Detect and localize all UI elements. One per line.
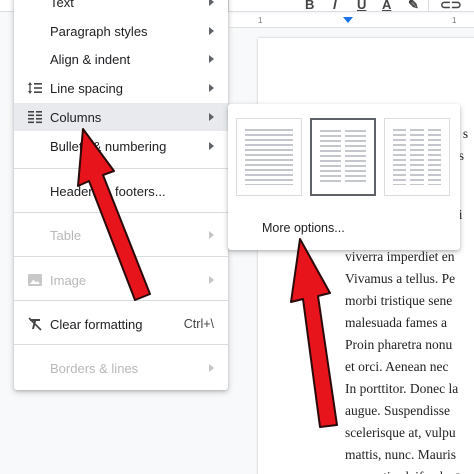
preset-column: [393, 129, 407, 185]
preset-column: [427, 129, 441, 185]
menu-item-label: Bullets & numbering: [50, 138, 167, 154]
menu-item-label: Columns: [50, 109, 102, 125]
clear-formatting-icon: [26, 315, 44, 333]
image-icon: [26, 271, 44, 289]
submenu-arrow-icon: [209, 142, 214, 150]
ruler-mark: 1: [258, 16, 263, 25]
submenu-arrow-icon: [209, 0, 214, 6]
format-menu: Text Paragraph styles Align & indent Lin…: [14, 0, 228, 390]
submenu-arrow-icon: [209, 55, 214, 63]
menu-item-label: Table: [50, 227, 82, 243]
columns-submenu: More options...: [228, 104, 460, 250]
menu-divider: [14, 256, 228, 257]
toolbar-separator: [228, 0, 229, 11]
submenu-arrow-icon: [209, 84, 214, 92]
menu-divider: [14, 168, 228, 169]
doc-line: In porttitor. Donec la: [345, 381, 459, 396]
ruler-mark: 1: [452, 16, 457, 25]
menu-item-label: Image: [50, 272, 87, 288]
text-color-button[interactable]: A: [382, 0, 391, 12]
menu-item-shortcut: Ctrl+\: [183, 317, 214, 331]
doc-line: mattis, nunc. Mauris: [345, 447, 456, 462]
preset-column: [410, 129, 424, 185]
menu-item-table: Table: [14, 221, 228, 249]
link-icon[interactable]: ⊂⊃: [440, 0, 462, 13]
doc-line: et orci. Aenean nec: [345, 359, 449, 374]
menu-item-headers-footers[interactable]: Headers & footers...: [14, 177, 228, 205]
toolbar-separator: [428, 0, 429, 11]
menu-item-label: Line spacing: [50, 80, 123, 96]
preset-column: [245, 129, 293, 185]
ruler[interactable]: 1 1: [230, 14, 474, 28]
menu-item-label: Clear formatting: [50, 316, 143, 332]
two-column-preset[interactable]: [310, 118, 376, 196]
menu-divider: [14, 300, 228, 301]
menu-item-clear-formatting[interactable]: Clear formatting Ctrl+\: [14, 310, 228, 338]
three-column-preset[interactable]: [384, 118, 450, 196]
doc-line: augue. Suspendisse: [345, 403, 450, 418]
italic-button[interactable]: I: [333, 0, 337, 12]
more-options-button[interactable]: More options...: [262, 221, 345, 235]
menu-item-label: Borders & lines: [50, 360, 139, 376]
submenu-arrow-icon: [209, 113, 214, 121]
columns-icon: [26, 108, 44, 126]
document-body[interactable]: viverra imperdiet en Vivamus a tellus. P…: [345, 246, 474, 474]
doc-line: Proin pharetra nonu: [345, 337, 453, 352]
doc-line: Vivamus a tellus. Pe: [345, 271, 456, 286]
submenu-arrow-icon: [209, 276, 214, 284]
bold-button[interactable]: B: [305, 0, 314, 12]
menu-item-text[interactable]: Text: [14, 0, 228, 16]
preset-column: [345, 130, 366, 184]
submenu-arrow-icon: [209, 364, 214, 372]
submenu-arrow-icon: [209, 231, 214, 239]
menu-item-label: Paragraph styles: [50, 23, 148, 39]
indent-marker-icon[interactable]: [343, 17, 353, 23]
submenu-arrow-icon: [209, 27, 214, 35]
menu-item-label: Align & indent: [50, 51, 131, 67]
menu-item-bullets-numbering[interactable]: Bullets & numbering: [14, 132, 228, 160]
menu-item-line-spacing[interactable]: Line spacing: [14, 74, 228, 102]
menu-item-paragraph-styles[interactable]: Paragraph styles: [14, 17, 228, 45]
doc-line: malesuada fames a: [345, 315, 447, 330]
menu-item-label: Text: [50, 0, 74, 10]
menu-item-columns[interactable]: Columns: [14, 103, 228, 131]
doc-fragment: a: [455, 468, 461, 474]
menu-item-borders-lines: Borders & lines: [14, 354, 228, 382]
menu-divider: [14, 344, 228, 345]
doc-line: scelerisque at, vulpu: [345, 425, 456, 440]
preset-column: [320, 130, 341, 184]
menu-item-image: Image: [14, 266, 228, 294]
highlight-icon[interactable]: ✎: [408, 0, 419, 13]
one-column-preset[interactable]: [236, 118, 302, 196]
underline-button[interactable]: U: [357, 0, 366, 12]
menu-divider: [14, 212, 228, 213]
menu-item-align-indent[interactable]: Align & indent: [14, 45, 228, 73]
menu-item-label: Headers & footers...: [50, 183, 166, 199]
line-spacing-icon: [26, 79, 44, 97]
doc-line: morbi tristique sene: [345, 293, 453, 308]
